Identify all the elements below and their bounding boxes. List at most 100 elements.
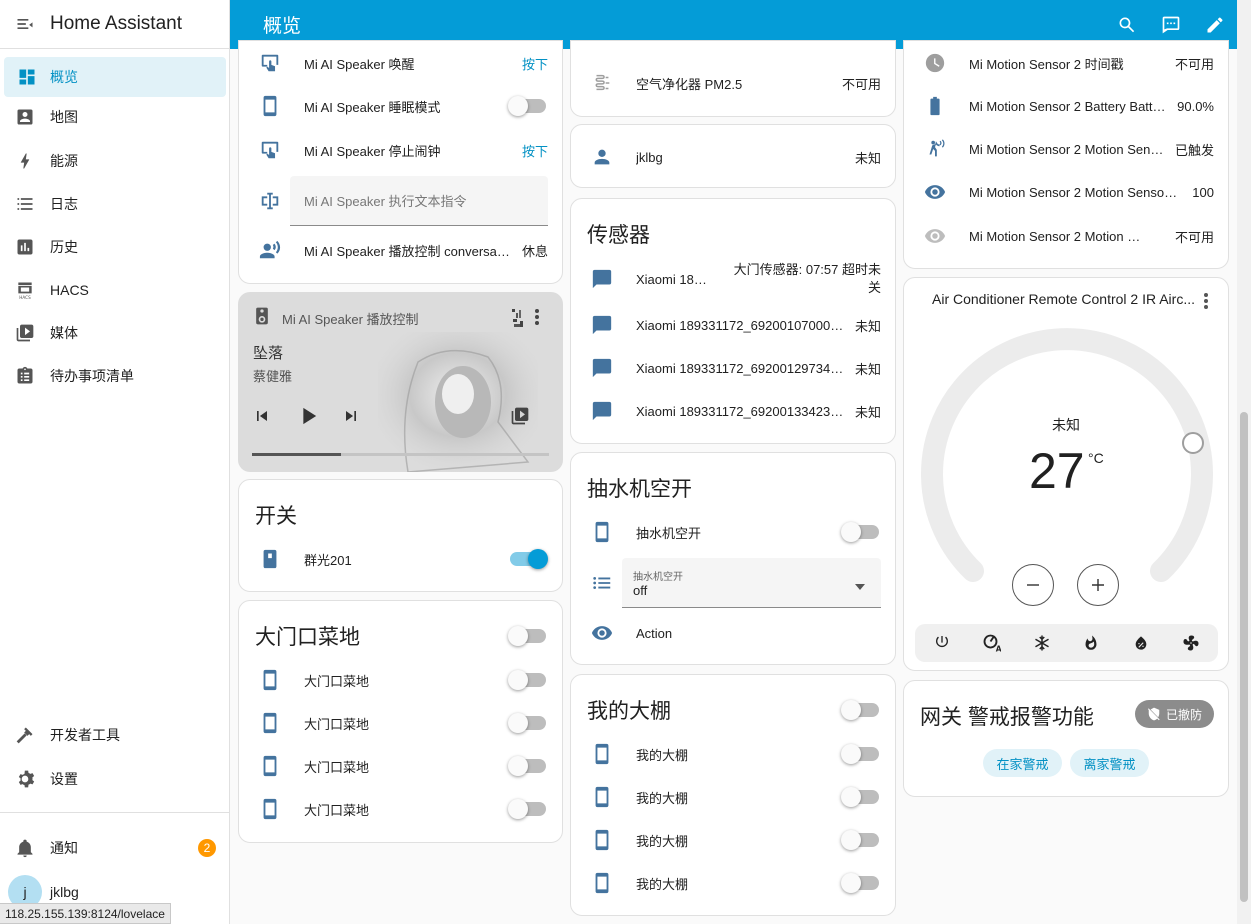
map-person-icon [0,107,50,127]
entity-name: Mi Motion Sensor 2 Battery Batter... [969,98,1168,114]
switch-toggle[interactable] [841,522,879,542]
fire-icon[interactable] [1083,634,1099,657]
media-artist: 蔡健雅 [253,369,293,384]
next-track-button[interactable] [341,406,361,431]
entity-row[interactable]: Mi Motion Sensor 2 Motion Sensor Ill... … [904,172,1228,212]
entity-row[interactable]: 大门口菜地 [239,746,562,786]
press-button[interactable]: 按下 [522,54,548,73]
select-label: 抽水机空开 [633,572,683,583]
sidebar-header: Home Assistant [0,0,229,49]
menu-toggle-button[interactable] [0,0,50,49]
browse-media-button[interactable] [510,406,530,431]
entity-row[interactable]: 大门口菜地 [239,660,562,700]
switch-toggle[interactable] [841,787,879,807]
switch-toggle[interactable] [841,830,879,850]
card-title: 开关 [255,505,297,528]
entity-row[interactable]: 大门口菜地 [239,789,562,829]
entity-row[interactable]: Mi Motion Sensor 2 Battery Batter... 90.… [904,86,1228,126]
previous-track-button[interactable] [252,406,272,431]
dial-handle[interactable] [1182,432,1204,454]
sleep-mode-toggle[interactable] [508,96,546,116]
more-vert-icon[interactable] [534,308,540,331]
entity-state: 大门传感器: 07:57 超时未关 [733,262,881,295]
nav-label: 能源 [50,153,78,169]
switch-toggle[interactable] [841,873,879,893]
nav-item-notifications[interactable]: 通知 2 [0,828,230,868]
entity-row[interactable]: Xiaomi 18933... 大门传感器: 07:57 超时未关 [571,259,895,299]
nav-item-hacs[interactable]: HACS HACS [0,270,230,310]
media-play-icon [0,323,50,343]
page-title: 概览 [263,16,302,37]
entity-row[interactable]: 我的大棚 [571,777,895,817]
cellphone-icon [589,519,615,545]
power-icon[interactable] [934,634,950,655]
entity-row[interactable]: 我的大棚 [571,734,895,774]
increase-temperature-button[interactable] [1077,564,1119,606]
entity-row[interactable]: Mi AI Speaker 睡眠模式 [239,86,562,126]
press-button[interactable]: 按下 [522,141,548,160]
entity-row[interactable]: Mi AI Speaker 停止闹钟 按下 [239,130,562,170]
nav-item-map[interactable]: 地图 [0,97,230,137]
switch-toggle[interactable] [508,756,546,776]
entity-name: Xiaomi 189331172_692001297345 ... [636,360,845,376]
arm-home-button[interactable]: 在家警戒 [983,749,1062,777]
entity-row[interactable]: 我的大棚 [571,820,895,860]
entity-row[interactable]: 群光201 [239,539,562,579]
nav-item-history[interactable]: 历史 [0,227,230,267]
search-icon [1119,17,1135,32]
water-percent-icon[interactable] [1133,634,1149,657]
arm-away-button[interactable]: 离家警戒 [1070,749,1149,777]
motion-sensor-card: Mi Motion Sensor 2 时间戳 不可用 Mi Motion Sen… [903,40,1229,269]
snowflake-icon[interactable] [1033,634,1051,657]
target-temperature: 27 [1029,443,1085,499]
play-button[interactable] [294,402,322,435]
entity-row[interactable]: 空气净化器 PM2.5 不可用 [571,63,895,103]
entity-row[interactable]: 抽水机空开 [571,512,895,552]
media-song-title: 坠落 [253,345,284,362]
switch-toggle[interactable] [508,670,546,690]
entity-row[interactable]: Mi Motion Sensor 2 时间戳 不可用 [904,43,1228,83]
more-vert-icon[interactable] [1203,292,1209,315]
entity-name: 群光201 [304,552,352,568]
entity-row[interactable]: 大门口菜地 [239,703,562,743]
scrollbar-thumb[interactable] [1240,412,1248,902]
entity-state: 不可用 [841,76,881,92]
media-progress-bar[interactable] [252,453,549,456]
entity-row[interactable]: Action [571,613,895,653]
text-command-input[interactable]: Mi AI Speaker 执行文本指令 [290,176,548,226]
decrease-temperature-button[interactable] [1012,564,1054,606]
entity-name: 大门口菜地 [304,673,370,689]
select-dropdown[interactable]: 抽水机空开 off [622,558,881,608]
switch-toggle[interactable] [508,713,546,733]
switch-toggle[interactable] [508,799,546,819]
nav-item-logbook[interactable]: 日志 [0,184,230,224]
media-source-logo [510,306,536,332]
nav-item-media[interactable]: 媒体 [0,313,230,353]
nav-label: 地图 [50,109,78,125]
entity-row[interactable]: Xiaomi 189331172_692001070009 ... 未知 [571,305,895,345]
entity-row[interactable]: Mi Motion Sensor 2 Motion Senso... 不可用 [904,216,1228,256]
chart-icon [0,237,50,257]
nav-item-overview[interactable]: 概览 [4,57,226,97]
nav-item-developer-tools[interactable]: 开发者工具 [0,715,230,755]
nav-item-energy[interactable]: 能源 [0,141,230,181]
fan-icon[interactable] [1182,634,1200,657]
card-header-toggle[interactable] [841,700,879,720]
switch-toggle[interactable] [841,744,879,764]
entity-row[interactable]: Mi AI Speaker 播放控制 conversation 休息 [239,230,562,270]
entity-state: 不可用 [1174,229,1214,245]
entity-row[interactable]: Xiaomi 189331172_692001334231 ... 未知 [571,391,895,431]
entity-name: Mi AI Speaker 睡眠模式 [304,99,441,115]
auto-icon[interactable]: A [983,634,1002,657]
message-icon [589,312,615,338]
entity-row[interactable]: Mi AI Speaker 唤醒 按下 [239,43,562,83]
entity-row[interactable]: Xiaomi 189331172_692001297345 ... 未知 [571,348,895,388]
nav-label: 待办事项清单 [50,368,134,384]
nav-item-settings[interactable]: 设置 [0,759,230,799]
switch-toggle[interactable] [510,549,548,569]
card-header-toggle[interactable] [508,626,546,646]
entity-row[interactable]: Mi Motion Sensor 2 Motion Sensor 已触发 [904,129,1228,169]
nav-item-todo[interactable]: 待办事项清单 [0,356,230,396]
entity-row[interactable]: 我的大棚 [571,863,895,903]
entity-row[interactable]: jklbg 未知 [571,137,895,177]
